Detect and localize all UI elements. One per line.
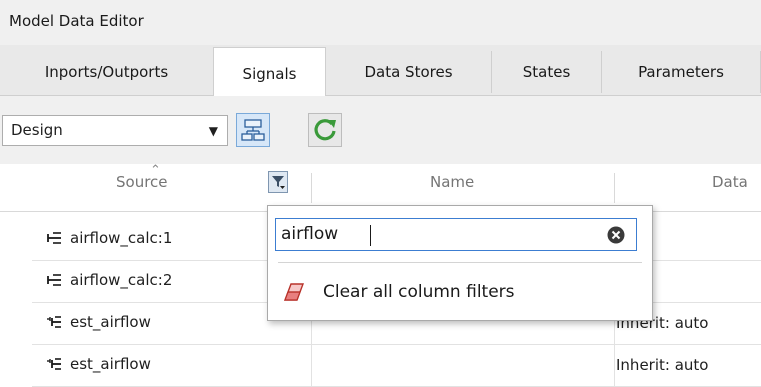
column-filter-button[interactable] bbox=[268, 171, 288, 193]
window-title: Model Data Editor bbox=[9, 12, 144, 30]
text-cursor bbox=[370, 225, 371, 246]
source-label: est_airflow bbox=[70, 313, 151, 331]
signal-input-port-icon bbox=[47, 358, 61, 370]
tab-data-stores[interactable]: Data Stores bbox=[326, 51, 492, 93]
column-divider bbox=[311, 173, 312, 203]
refresh-icon bbox=[314, 119, 336, 141]
source-label: airflow_calc:1 bbox=[70, 229, 173, 247]
refresh-button[interactable] bbox=[308, 113, 342, 147]
tab-signals[interactable]: Signals bbox=[213, 47, 326, 96]
table-row[interactable]: est_airflow Inherit: auto bbox=[32, 345, 761, 387]
source-cell: airflow_calc:2 bbox=[46, 271, 172, 289]
hierarchy-icon bbox=[241, 119, 265, 141]
filter-input-value: airflow bbox=[281, 224, 339, 244]
view-select-value: Design bbox=[11, 121, 63, 139]
signal-output-port-icon bbox=[47, 274, 61, 286]
column-header-name[interactable]: Name bbox=[430, 173, 474, 191]
column-header-source[interactable]: Source bbox=[116, 173, 168, 191]
column-divider bbox=[614, 173, 615, 203]
tab-inports-outports[interactable]: Inports/Outports bbox=[0, 51, 214, 93]
signal-input-port-icon bbox=[47, 316, 61, 328]
clear-all-filters-label: Clear all column filters bbox=[323, 282, 515, 302]
popup-divider bbox=[278, 262, 642, 263]
chevron-down-icon: ▼ bbox=[208, 124, 218, 138]
tab-parameters[interactable]: Parameters bbox=[602, 51, 761, 93]
view-select[interactable]: Design ▼ bbox=[2, 115, 228, 146]
source-cell: airflow_calc:1 bbox=[46, 229, 172, 247]
filter-text-input[interactable]: airflow bbox=[275, 218, 637, 251]
column-header-data[interactable]: Data bbox=[712, 173, 748, 191]
tab-states[interactable]: States bbox=[492, 51, 602, 93]
hierarchy-button[interactable] bbox=[236, 113, 270, 147]
clear-all-filters-menu-item[interactable]: Clear all column filters bbox=[269, 274, 651, 312]
clear-x-icon[interactable] bbox=[607, 226, 625, 244]
source-label: airflow_calc:2 bbox=[70, 271, 173, 289]
filter-icon bbox=[272, 176, 285, 189]
source-label: est_airflow bbox=[70, 355, 151, 373]
signal-output-port-icon bbox=[47, 232, 61, 244]
data-cell[interactable]: Inherit: auto bbox=[616, 356, 708, 374]
eraser-icon bbox=[283, 283, 305, 301]
column-filter-popup: airflow Clear all column filters bbox=[267, 205, 653, 321]
source-cell: est_airflow bbox=[46, 355, 151, 373]
source-cell: est_airflow bbox=[46, 313, 151, 331]
